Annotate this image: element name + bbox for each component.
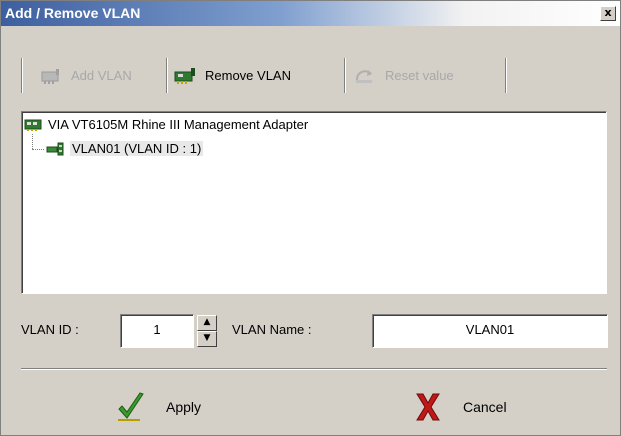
toolbar-separator (21, 58, 23, 93)
toolbar-separator (505, 58, 507, 93)
add-vlan-button[interactable]: Add VLAN (39, 58, 169, 93)
vlan01-label: VLAN01 (VLAN ID : 1) (70, 141, 204, 156)
adapter-label: VIA VT6105M Rhine III Management Adapter (48, 117, 309, 132)
title-bar[interactable]: Add / Remove VLAN x (1, 1, 620, 26)
vlan-tree-view[interactable]: VIA VT6105M Rhine III Management Adapter… (21, 111, 607, 294)
network-card-remove-icon (173, 66, 197, 86)
tree-connector (32, 134, 33, 149)
vlan-id-label: VLAN ID : (21, 322, 79, 337)
add-vlan-label: Add VLAN (71, 68, 132, 83)
vlan-id-decrement-button[interactable]: ▼ (197, 331, 217, 347)
tree-connector (32, 149, 44, 150)
network-card-add-icon (39, 66, 63, 86)
network-adapter-icon (24, 118, 44, 132)
vlan-name-label: VLAN Name : (232, 322, 312, 337)
vlan-id-field[interactable]: 1 (120, 314, 194, 348)
window-title: Add / Remove VLAN (5, 5, 141, 21)
add-remove-vlan-dialog: Add / Remove VLAN x Add VLAN Remove VLAN… (0, 0, 621, 436)
vlan-icon (46, 142, 66, 156)
cancel-label: Cancel (463, 399, 507, 415)
reset-value-label: Reset value (385, 68, 454, 83)
vlan-name-field[interactable]: VLAN01 (372, 314, 608, 348)
cancel-button[interactable]: Cancel (413, 389, 553, 425)
remove-vlan-label: Remove VLAN (205, 68, 291, 83)
reset-value-button[interactable]: Reset value (353, 58, 503, 93)
checkmark-icon (116, 391, 146, 423)
divider (21, 368, 607, 370)
close-button[interactable]: x (600, 6, 616, 21)
tree-item-vlan01[interactable]: VLAN01 (VLAN ID : 1) (46, 141, 204, 156)
reset-icon (353, 66, 377, 86)
remove-vlan-button[interactable]: Remove VLAN (173, 58, 338, 93)
toolbar-separator (166, 58, 168, 93)
apply-button[interactable]: Apply (116, 389, 266, 425)
vlan-id-increment-button[interactable]: ▲ (197, 315, 217, 331)
red-x-icon (413, 391, 443, 423)
toolbar-separator (344, 58, 346, 93)
tree-item-adapter[interactable]: VIA VT6105M Rhine III Management Adapter (24, 117, 308, 132)
apply-label: Apply (166, 399, 202, 415)
toolbar: Add VLAN Remove VLAN Reset value (21, 58, 521, 94)
